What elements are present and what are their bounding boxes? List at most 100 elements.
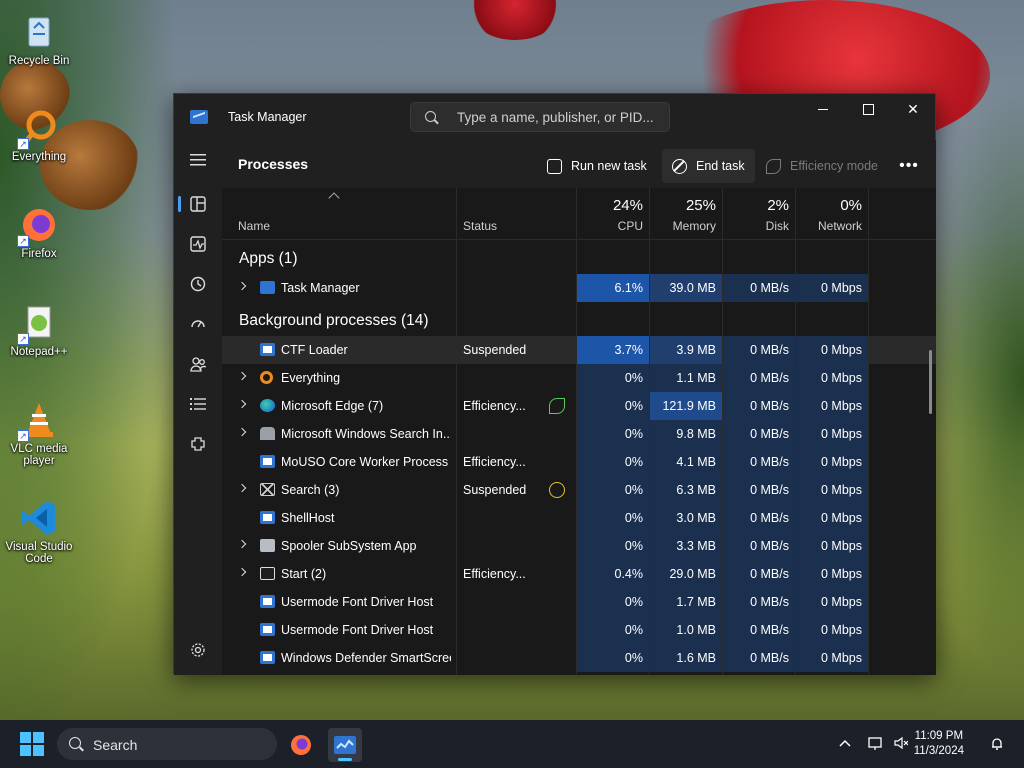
nav-performance[interactable] [178, 226, 218, 262]
desktop-icon-firefox[interactable]: ↗ Firefox [0, 205, 78, 260]
vscode-icon [19, 498, 59, 538]
start-button[interactable] [20, 732, 44, 756]
desktop-icon-vscode[interactable]: Visual Studio Code [0, 498, 78, 565]
cpu-cell: 0% [577, 616, 649, 644]
process-name: Start (2) [281, 567, 327, 581]
cpu-total: 24% [612, 197, 643, 214]
disk-cell: 0 MB/s [723, 560, 795, 588]
nav-processes[interactable] [178, 186, 218, 222]
table-header: Name Status 24% CPU 25% Memory 2% Disk 0… [222, 188, 936, 240]
column-status[interactable]: Status [463, 219, 497, 233]
process-name: Microsoft Windows Search In... [281, 427, 451, 441]
process-row[interactable]: Usermode Font Driver Host 0% 1.7 MB 0 MB… [222, 588, 936, 616]
memory-cell: 1.7 MB [650, 588, 722, 616]
minimize-button[interactable] [800, 94, 846, 124]
group-header-apps: Apps (1) [222, 240, 936, 274]
cpu-cell: 0% [577, 392, 649, 420]
column-disk[interactable]: Disk [723, 219, 789, 233]
chevron-right-icon[interactable] [237, 427, 247, 437]
memory-cell: 6.3 MB [650, 476, 722, 504]
desktop-icon-recycle-bin[interactable]: Recycle Bin [0, 12, 78, 67]
nav-users[interactable] [178, 346, 218, 382]
disk-cell: 0 MB/s [723, 532, 795, 560]
desktop-icon-everything[interactable]: ↗ Everything [0, 108, 78, 163]
cpu-cell: 0% [577, 420, 649, 448]
left-navigation [174, 140, 222, 675]
services-icon [191, 437, 205, 451]
taskbar-search-box[interactable]: Search [57, 728, 277, 760]
desktop-icon-notepad-plus-plus[interactable]: ↗ Notepad++ [0, 303, 78, 358]
chevron-right-icon[interactable] [237, 539, 247, 549]
task-manager-window: Task Manager Type a name, publisher, or … [173, 93, 936, 675]
notification-bell-icon[interactable] [990, 736, 1004, 750]
close-button[interactable]: ✕ [890, 94, 936, 124]
memory-cell: 1.0 MB [650, 616, 722, 644]
disk-cell: 0 MB/s [723, 336, 795, 364]
chevron-up-icon[interactable] [838, 736, 852, 750]
maximize-button[interactable] [845, 94, 891, 124]
cpu-cell: 0% [577, 448, 649, 476]
nav-hamburger-button[interactable] [178, 142, 218, 178]
disk-cell: 0 MB/s [723, 616, 795, 644]
process-row[interactable]: ShellHost 0% 3.0 MB 0 MB/s 0 Mbps [222, 504, 936, 532]
title-bar[interactable]: Task Manager Type a name, publisher, or … [174, 94, 935, 140]
group-title: Apps (1) [239, 250, 298, 267]
chevron-right-icon[interactable] [237, 281, 247, 291]
process-row[interactable]: Spooler SubSystem App 0% 3.3 MB 0 MB/s 0… [222, 532, 936, 560]
process-row[interactable]: CTF Loader Suspended 3.7% 3.9 MB 0 MB/s … [222, 336, 936, 364]
nav-startup-apps[interactable] [178, 306, 218, 342]
process-row[interactable]: Everything 0% 1.1 MB 0 MB/s 0 Mbps [222, 364, 936, 392]
search-input[interactable]: Type a name, publisher, or PID... [410, 102, 670, 132]
nav-app-history[interactable] [178, 266, 218, 302]
desktop-icon-vlc[interactable]: ↗ VLC media player [0, 400, 78, 467]
chevron-right-icon[interactable] [237, 483, 247, 493]
process-row[interactable]: Search (3) Suspended 0% 6.3 MB 0 MB/s 0 … [222, 476, 936, 504]
disk-cell: 0 MB/s [723, 644, 795, 672]
process-row[interactable]: Start (2) Efficiency... 0.4% 29.0 MB 0 M… [222, 560, 936, 588]
network-cell: 0 Mbps [796, 532, 868, 560]
nav-settings[interactable] [178, 632, 218, 668]
windows-logo-icon [20, 732, 31, 743]
more-options-button[interactable]: ••• [892, 149, 926, 183]
group-header-background: Background processes (14) [222, 302, 936, 336]
clock[interactable]: 11:09 PM 11/3/2024 [914, 729, 964, 759]
column-name[interactable]: Name [238, 219, 270, 233]
volume-muted-icon[interactable] [894, 736, 908, 750]
chevron-right-icon[interactable] [237, 399, 247, 409]
efficiency-mode-button[interactable]: Efficiency mode [756, 149, 888, 183]
cpu-cell: 3.7% [577, 336, 649, 364]
nav-services[interactable] [178, 426, 218, 462]
process-status: Suspended [463, 483, 527, 497]
column-network[interactable]: Network [796, 219, 862, 233]
vertical-scrollbar[interactable] [929, 350, 932, 414]
desktop-icon-label: Notepad++ [10, 346, 68, 358]
page-title: Processes [238, 156, 309, 172]
run-new-task-label: Run new task [571, 159, 647, 173]
end-task-button[interactable]: End task [662, 149, 755, 183]
memory-cell: 3.3 MB [650, 532, 722, 560]
process-row[interactable]: Windows Defender SmartScreen 0% 1.6 MB 0… [222, 644, 936, 672]
column-cpu[interactable]: CPU [577, 219, 643, 233]
run-new-task-button[interactable]: Run new task [537, 149, 657, 183]
process-row[interactable]: Microsoft Windows Search In... 0% 9.8 MB… [222, 420, 936, 448]
sort-ascending-icon [328, 192, 340, 204]
cpu-cell: 0% [577, 644, 649, 672]
vlc-icon: ↗ [17, 400, 59, 442]
process-name: Usermode Font Driver Host [281, 595, 434, 609]
process-row[interactable]: MoUSO Core Worker Process Efficiency... … [222, 448, 936, 476]
cpu-cell: 6.1% [577, 274, 649, 302]
taskbar-firefox[interactable] [284, 728, 318, 762]
taskbar-task-manager[interactable] [328, 728, 362, 762]
nav-details[interactable] [178, 386, 218, 422]
process-row[interactable]: Task Manager 6.1% 39.0 MB 0 MB/s 0 Mbps [222, 274, 936, 302]
details-icon [190, 398, 206, 410]
column-memory[interactable]: Memory [650, 219, 716, 233]
network-icon[interactable] [868, 736, 882, 750]
process-row[interactable]: Microsoft Edge (7) Efficiency... 0% 121.… [222, 392, 936, 420]
efficiency-leaf-icon [549, 398, 565, 414]
network-cell: 0 Mbps [796, 448, 868, 476]
chevron-right-icon[interactable] [237, 567, 247, 577]
chevron-right-icon[interactable] [237, 371, 247, 381]
process-row[interactable]: Usermode Font Driver Host 0% 1.0 MB 0 MB… [222, 616, 936, 644]
task-manager-icon [334, 736, 356, 754]
